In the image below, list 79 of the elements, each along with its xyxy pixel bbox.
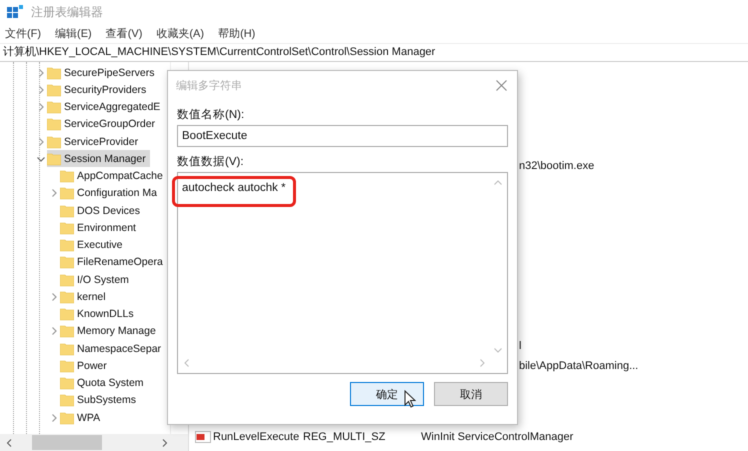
tree-item[interactable]: I/O System xyxy=(60,271,133,288)
folder-icon xyxy=(60,324,74,338)
value-name: RunLevelExecute xyxy=(213,430,300,442)
expand-chevron-icon[interactable] xyxy=(50,189,58,198)
folder-icon xyxy=(60,307,74,322)
tree-item[interactable]: Quota System xyxy=(60,374,148,392)
close-icon[interactable] xyxy=(496,80,507,90)
menu-item[interactable]: 收藏夹(A) xyxy=(156,26,204,41)
scroll-left-icon[interactable] xyxy=(6,438,12,446)
tree-item[interactable]: Executive xyxy=(60,236,127,254)
folder-icon xyxy=(60,358,74,373)
folder-icon xyxy=(60,342,74,356)
value-data-field[interactable]: autocheck autochk * xyxy=(177,172,508,374)
tree-item[interactable]: ServiceGroupOrder xyxy=(47,116,160,133)
menu-item[interactable]: 查看(V) xyxy=(106,26,142,41)
address-bar[interactable]: 计算机\HKEY_LOCAL_MACHINE\SYSTEM\CurrentControlSet\Control\Session Manager xyxy=(0,43,748,62)
folder-icon xyxy=(60,169,74,184)
folder-icon xyxy=(47,152,61,166)
folder-icon xyxy=(60,238,74,252)
tree-item[interactable]: WPA xyxy=(60,409,104,426)
tree-item[interactable]: Power xyxy=(60,357,111,374)
expand-chevron-icon[interactable] xyxy=(50,327,58,336)
tree-item[interactable]: Session Manager xyxy=(47,150,150,168)
tree-item[interactable]: Environment xyxy=(60,219,140,236)
tree-item[interactable]: Configuration Ma xyxy=(60,184,161,202)
tree-item[interactable]: AppCompatCache xyxy=(60,168,167,185)
field-label: 数值数据(V): xyxy=(177,156,244,168)
expand-chevron-icon[interactable] xyxy=(36,68,44,77)
folder-icon xyxy=(47,82,61,97)
tree-item[interactable]: SecurityProviders xyxy=(47,81,150,98)
tree-item[interactable]: SubSystems xyxy=(60,392,140,409)
mouse-pointer-icon xyxy=(404,390,416,408)
expand-chevron-icon[interactable] xyxy=(36,138,44,146)
menu-item[interactable]: 帮助(H) xyxy=(218,26,256,41)
value-data: WinInit ServiceControlManager xyxy=(421,430,574,442)
scrollbar-thumb[interactable] xyxy=(32,435,102,450)
scroll-down-icon[interactable] xyxy=(494,348,502,353)
folder-icon xyxy=(60,204,74,218)
string-value-icon xyxy=(195,430,211,442)
value-name-field[interactable]: BootExecute xyxy=(177,125,508,147)
folder-icon xyxy=(60,186,74,200)
folder-icon xyxy=(60,410,74,425)
folder-icon xyxy=(47,134,61,149)
menu-item[interactable]: 编辑(E) xyxy=(55,26,92,41)
folder-icon xyxy=(60,290,74,304)
cancel-button[interactable]: 取消 xyxy=(434,382,508,406)
window-title: 注册表编辑器 xyxy=(31,4,103,20)
folder-icon xyxy=(47,117,61,132)
expand-chevron-icon[interactable] xyxy=(36,86,44,94)
tree-item[interactable]: ServiceProvider xyxy=(47,133,142,150)
tree-item[interactable]: DOS Devices xyxy=(60,202,144,220)
collapse-chevron-icon[interactable] xyxy=(36,154,44,163)
value-data: bile\AppData\Roaming... xyxy=(519,360,638,372)
dialog-title: 编辑多字符串 xyxy=(176,78,242,92)
tree-item[interactable]: Memory Manage xyxy=(60,322,160,340)
field-label: 数值名称(N): xyxy=(177,109,244,121)
expand-chevron-icon[interactable] xyxy=(50,414,58,422)
folder-icon xyxy=(60,220,74,235)
expand-chevron-icon[interactable] xyxy=(36,103,44,112)
tree-item[interactable]: ServiceAggregatedE xyxy=(47,98,164,116)
scroll-right-icon[interactable] xyxy=(162,438,168,446)
value-data: n32\bootim.exe xyxy=(519,160,594,172)
folder-icon xyxy=(47,100,61,114)
tree-item[interactable]: NamespaceSepar xyxy=(60,340,166,358)
tree-item[interactable]: SecurePipeServers xyxy=(47,64,158,82)
folder-icon xyxy=(60,272,74,287)
folder-icon xyxy=(60,393,74,408)
folder-icon xyxy=(47,66,61,80)
scroll-up-icon[interactable] xyxy=(494,180,502,185)
registry-icon xyxy=(7,5,23,19)
folder-icon xyxy=(60,376,74,390)
value-type: REG_MULTI_SZ xyxy=(303,430,386,442)
tree-item[interactable]: FileRenameOpera xyxy=(60,254,167,271)
tree-item[interactable]: kernel xyxy=(60,288,110,306)
expand-chevron-icon[interactable] xyxy=(50,292,58,301)
value-data: l xyxy=(519,340,522,352)
folder-icon xyxy=(60,255,74,270)
menu-item[interactable]: 文件(F) xyxy=(5,26,42,41)
tree-item[interactable]: KnownDLLs xyxy=(60,306,138,323)
